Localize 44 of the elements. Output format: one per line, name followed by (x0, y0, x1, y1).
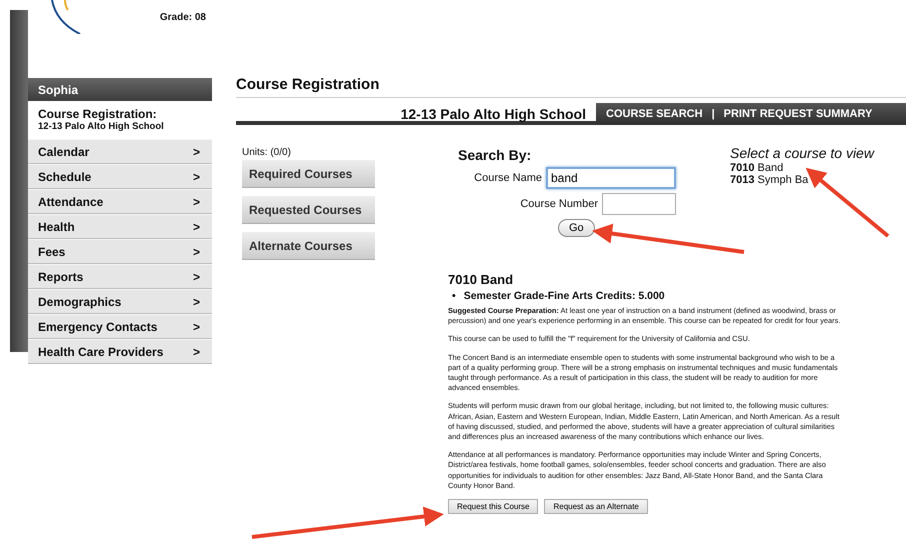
course-credits: Semester Grade-Fine Arts Credits: 5.000 (464, 289, 665, 303)
go-button[interactable]: Go (558, 219, 595, 237)
chevron-icon: > (192, 344, 200, 358)
sidebar-item[interactable]: Health Care Providers > (28, 339, 212, 364)
section-title: Course Registration: (38, 107, 158, 121)
chevron-icon: > (192, 144, 200, 158)
chevron-icon: > (192, 220, 200, 234)
bullet-icon: • (452, 289, 456, 303)
page-title: Course Registration (236, 76, 380, 95)
sidebar-item[interactable]: Attendance > (28, 189, 212, 214)
sidebar-item[interactable]: Health > (28, 214, 212, 239)
student-name: Sophia (28, 78, 212, 101)
field-label: Course Number (520, 198, 598, 210)
sidebar-item[interactable]: Demographics > (28, 289, 212, 314)
sidebar-item[interactable]: Calendar > (28, 139, 212, 164)
grade-label: Grade: 08 (160, 12, 206, 23)
course-title: 7010 Band (448, 272, 514, 287)
search-heading: Search By: (458, 147, 532, 163)
section-subtitle: 12-13 Palo Alto High School (38, 121, 165, 132)
units-label: Units: (0/0) (242, 147, 292, 158)
chevron-icon: > (192, 294, 200, 308)
sidebar-item[interactable]: Reports > (28, 264, 212, 289)
request-button[interactable]: Request this Course (448, 499, 538, 514)
sidebar-item[interactable]: Schedule > (28, 164, 212, 189)
sidebar-item[interactable]: Emergency Contacts > (28, 314, 212, 339)
course-list-button[interactable]: Alternate Courses (242, 232, 375, 260)
results-heading: Select a course to view (730, 145, 874, 161)
chevron-icon: > (192, 320, 200, 334)
field-label: Course Name (474, 172, 542, 184)
input-field[interactable]: band (546, 167, 676, 189)
course-list-button[interactable]: Required Courses (242, 160, 375, 188)
course-link[interactable]: 7013 Symph Ba (730, 174, 874, 186)
sidebar-item[interactable]: Fees > (28, 239, 212, 264)
nav-link[interactable]: PRINT REQUEST SUMMARY (724, 108, 872, 120)
chevron-icon: > (192, 170, 200, 184)
request-button[interactable]: Request as an Alternate (544, 499, 648, 514)
school-name: 12-13 Palo Alto High School (236, 103, 596, 125)
nav-separator: | (712, 108, 715, 120)
chevron-icon: > (192, 194, 200, 208)
chevron-icon: > (192, 244, 200, 258)
chevron-icon: > (192, 270, 200, 284)
nav-link[interactable]: COURSE SEARCH (606, 108, 703, 120)
course-list-button[interactable]: Requested Courses (242, 196, 375, 224)
course-link[interactable]: 7010 Band (730, 162, 874, 174)
